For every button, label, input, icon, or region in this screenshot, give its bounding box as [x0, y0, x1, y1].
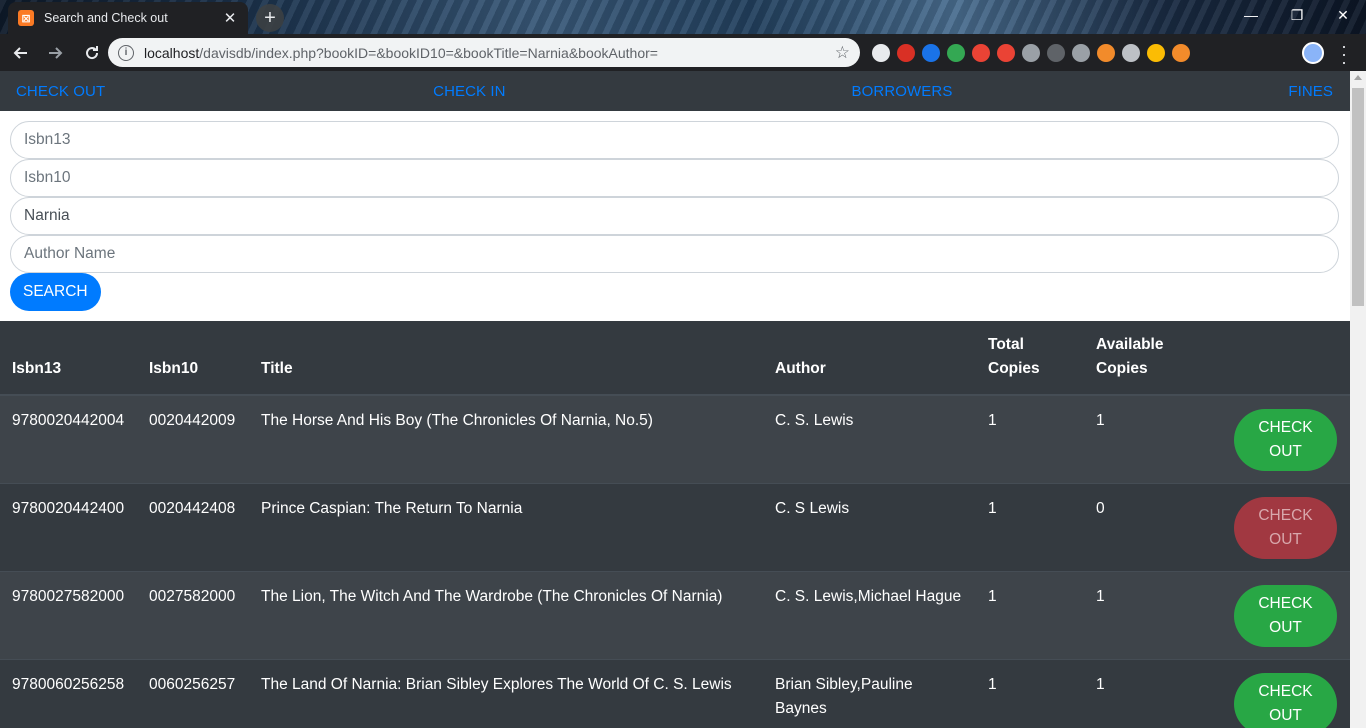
- results-table: Isbn13 Isbn10 Title Author Total Copies A…: [0, 321, 1350, 728]
- cell-isbn13: 9780020442400: [0, 483, 137, 572]
- cell-isbn13: 9780027582000: [0, 571, 137, 660]
- scroll-up-arrow-icon[interactable]: [1354, 75, 1362, 80]
- browser-extension-icon[interactable]: [997, 44, 1015, 62]
- cell-title: Prince Caspian: The Return To Narnia: [249, 483, 763, 572]
- profile-avatar[interactable]: [1302, 42, 1324, 64]
- cell-title: The Horse And His Boy (The Chronicles Of…: [249, 394, 763, 484]
- vertical-scrollbar[interactable]: [1350, 71, 1366, 728]
- cell-available-copies: 1: [1084, 659, 1204, 728]
- table-row: 9780020442004 0020442009 The Horse And H…: [0, 394, 1350, 484]
- browser-extension-icon[interactable]: [1097, 44, 1115, 62]
- header-total-copies: Total Copies: [976, 321, 1084, 396]
- browser-extension-icon[interactable]: [922, 44, 940, 62]
- isbn10-input[interactable]: [10, 159, 1339, 197]
- table-row: 9780060256258 0060256257 The Land Of Nar…: [0, 659, 1350, 728]
- forward-button[interactable]: [40, 39, 72, 67]
- minimize-button[interactable]: —: [1228, 0, 1274, 30]
- browser-extension-icon[interactable]: [1072, 44, 1090, 62]
- header-available-copies: Available Copies: [1084, 321, 1204, 396]
- bookmark-star-icon[interactable]: ☆: [835, 43, 850, 63]
- cell-isbn10: 0060256257: [137, 659, 249, 728]
- header-title: Title: [249, 321, 763, 396]
- site-info-icon[interactable]: i: [118, 44, 134, 61]
- search-form: SEARCH: [0, 111, 1350, 321]
- browser-extension-icon[interactable]: [1172, 44, 1190, 62]
- cell-action: CHECK OUT: [1204, 483, 1350, 572]
- cell-title: The Land Of Narnia: Brian Sibley Explore…: [249, 659, 763, 728]
- browser-extension-icon[interactable]: [1147, 44, 1165, 62]
- cell-total-copies: 1: [976, 483, 1084, 572]
- browser-extension-icon[interactable]: [1047, 44, 1065, 62]
- check-out-button-disabled[interactable]: CHECK OUT: [1234, 497, 1337, 559]
- nav-check-out[interactable]: CHECK OUT: [16, 83, 105, 100]
- reload-button[interactable]: [76, 39, 108, 67]
- cell-action: CHECK OUT: [1204, 571, 1350, 660]
- search-button[interactable]: SEARCH: [10, 273, 101, 311]
- author-input[interactable]: [10, 235, 1339, 273]
- nav-fines[interactable]: FINES: [1288, 83, 1333, 100]
- cell-author: C. S. Lewis,Michael Hague: [763, 571, 976, 660]
- isbn13-input[interactable]: [10, 121, 1339, 159]
- nav-borrowers[interactable]: BORROWERS: [852, 83, 953, 100]
- new-tab-button[interactable]: +: [256, 4, 284, 32]
- cell-isbn10: 0027582000: [137, 571, 249, 660]
- browser-extension-icon[interactable]: [1022, 44, 1040, 62]
- top-navigation: CHECK OUT CHECK IN BORROWERS FINES: [0, 71, 1350, 111]
- cell-total-copies: 1: [976, 394, 1084, 484]
- cell-isbn10: 0020442408: [137, 483, 249, 572]
- title-input[interactable]: [10, 197, 1339, 235]
- xampp-favicon-icon: ⊠: [18, 10, 34, 26]
- browser-extension-icon[interactable]: [972, 44, 990, 62]
- check-out-button[interactable]: CHECK OUT: [1234, 585, 1337, 647]
- check-out-button[interactable]: CHECK OUT: [1234, 409, 1337, 471]
- cell-action: CHECK OUT: [1204, 659, 1350, 728]
- browser-extension-icon[interactable]: [1122, 44, 1140, 62]
- cell-action: CHECK OUT: [1204, 394, 1350, 484]
- chrome-menu-icon[interactable]: · · ·: [1336, 37, 1352, 71]
- table-row: 9780020442400 0020442408 Prince Caspian:…: [0, 483, 1350, 572]
- browser-toolbar: i localhost/davisdb/index.php?bookID=&bo…: [0, 34, 1366, 71]
- nav-check-in[interactable]: CHECK IN: [433, 83, 505, 100]
- address-bar[interactable]: i localhost/davisdb/index.php?bookID=&bo…: [108, 38, 860, 67]
- browser-tab[interactable]: ⊠ Search and Check out ✕: [8, 2, 248, 34]
- cell-total-copies: 1: [976, 571, 1084, 660]
- header-author: Author: [763, 321, 976, 396]
- header-isbn10: Isbn10: [137, 321, 249, 396]
- table-header-row: Isbn13 Isbn10 Title Author Total Copies A…: [0, 321, 1350, 396]
- cell-author: C. S Lewis: [763, 483, 976, 572]
- browser-extension-icon[interactable]: [947, 44, 965, 62]
- browser-extension-icon[interactable]: [872, 44, 890, 62]
- table-row: 9780027582000 0027582000 The Lion, The W…: [0, 571, 1350, 660]
- cell-available-copies: 1: [1084, 394, 1204, 484]
- cell-author: C. S. Lewis: [763, 394, 976, 484]
- reload-icon: [86, 45, 99, 59]
- restore-button[interactable]: ❐: [1274, 0, 1320, 30]
- forward-arrow-icon: [49, 46, 63, 59]
- header-action: [1204, 321, 1350, 396]
- close-window-button[interactable]: ✕: [1320, 0, 1366, 30]
- extensions-bar: [872, 40, 1190, 66]
- back-arrow-icon: [13, 46, 27, 59]
- cell-available-copies: 1: [1084, 571, 1204, 660]
- tab-close-icon[interactable]: ✕: [222, 9, 238, 27]
- page-viewport: CHECK OUT CHECK IN BORROWERS FINES SEARC…: [0, 71, 1350, 728]
- browser-extension-icon[interactable]: [897, 44, 915, 62]
- tab-title: Search and Check out: [44, 11, 168, 25]
- check-out-button[interactable]: CHECK OUT: [1234, 673, 1337, 728]
- cell-isbn10: 0020442009: [137, 394, 249, 484]
- cell-author: Brian Sibley,Pauline Baynes: [763, 659, 976, 728]
- header-isbn13: Isbn13: [0, 321, 137, 396]
- cell-title: The Lion, The Witch And The Wardrobe (Th…: [249, 571, 763, 660]
- back-button[interactable]: [4, 39, 36, 67]
- scrollbar-thumb[interactable]: [1352, 88, 1364, 306]
- url-text: localhost/davisdb/index.php?bookID=&book…: [144, 44, 658, 61]
- cell-isbn13: 9780060256258: [0, 659, 137, 728]
- cell-isbn13: 9780020442004: [0, 394, 137, 484]
- cell-available-copies: 0: [1084, 483, 1204, 572]
- cell-total-copies: 1: [976, 659, 1084, 728]
